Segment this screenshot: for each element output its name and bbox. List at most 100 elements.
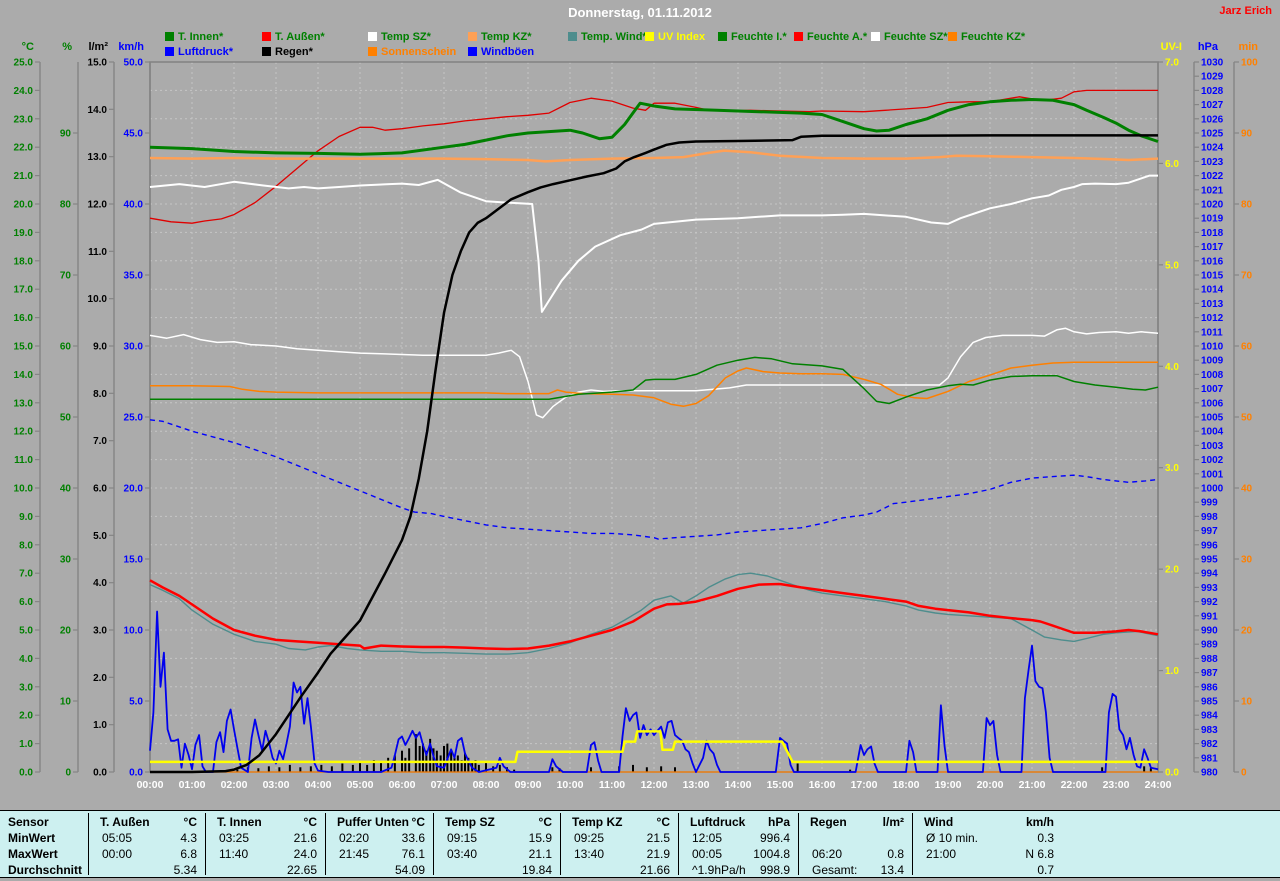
axis-tick-label: 10.0 — [88, 294, 108, 305]
axis-tick-label: 6.0 — [1165, 159, 1179, 170]
x-axis-label: 17:00 — [851, 779, 878, 791]
axis-tick-label: 996 — [1201, 540, 1218, 551]
axis-tick-label: 80 — [60, 200, 72, 211]
axis-tick-label: 60 — [60, 342, 72, 353]
axis-tick-label: 5.0 — [93, 531, 107, 542]
axis-tick-label: 60 — [1241, 342, 1253, 353]
axis-tick-label: 990 — [1201, 626, 1218, 637]
axis-tick-label: 1.0 — [19, 739, 33, 750]
x-axis-label: 09:00 — [515, 779, 542, 791]
axis-tick-label: 1020 — [1201, 200, 1224, 211]
rain-rate-bar — [590, 767, 592, 772]
axis-tick-label: 7.0 — [19, 569, 33, 580]
table-min-value: 996.4 — [759, 831, 790, 845]
x-axis-label: 22:00 — [1061, 779, 1088, 791]
rain-rate-bar — [309, 766, 312, 772]
axis-tick-label: 1027 — [1201, 100, 1224, 111]
rain-rate-bar — [498, 764, 501, 772]
axis-tick-label: 25.0 — [14, 58, 34, 69]
axis-tick-label: 984 — [1201, 711, 1218, 722]
x-axis-label: 08:00 — [473, 779, 500, 791]
x-axis-label: 15:00 — [767, 779, 794, 791]
axis-tick-label: 30.0 — [124, 342, 144, 353]
axis-tick-label: 20 — [1241, 626, 1253, 637]
axis-tick-label: 995 — [1201, 555, 1218, 566]
axis-tick-label: 7.0 — [1165, 58, 1179, 69]
table-min-time: 12:05 — [692, 831, 723, 845]
x-axis-label: 13:00 — [683, 779, 710, 791]
table-col-unit: °C — [411, 815, 425, 829]
rain-rate-bar — [359, 762, 361, 772]
table-col-name: Temp KZ — [572, 815, 623, 829]
x-axis-label: 16:00 — [809, 779, 836, 791]
table-separator — [912, 813, 913, 875]
axis-header: l/m² — [88, 41, 108, 53]
table-max-value: 24.0 — [293, 847, 317, 861]
axis-tick-label: 6.0 — [93, 484, 107, 495]
table-min-value: 21.5 — [646, 831, 670, 845]
table-max-value: 1004.8 — [753, 847, 790, 861]
axis-tick-label: 992 — [1201, 597, 1218, 608]
axis-tick-label: 21.0 — [14, 171, 34, 182]
axis-tick-label: 1021 — [1201, 185, 1224, 196]
axis-tick-label: 989 — [1201, 640, 1218, 651]
axis-tick-label: 0.0 — [1165, 768, 1179, 779]
axis-header: min — [1238, 41, 1258, 53]
axis-tick-label: 1030 — [1201, 58, 1224, 69]
table-separator — [88, 813, 89, 875]
axis-tick-label: 1.0 — [1165, 666, 1179, 677]
table-min-value: 15.9 — [528, 831, 552, 845]
table-max-value: 6.8 — [180, 847, 197, 861]
rain-rate-bar — [299, 767, 302, 772]
axis-tick-label: 993 — [1201, 583, 1218, 594]
axis-tick-label: 1001 — [1201, 469, 1224, 480]
axis-tick-label: 15.0 — [88, 58, 108, 69]
table-col-name: Puffer Unten — [337, 815, 409, 829]
axis-tick-label: 3.0 — [93, 626, 107, 637]
rain-rate-bar — [1143, 766, 1146, 772]
rain-rate-bar — [414, 734, 417, 772]
axis-tick-label: 5.0 — [19, 626, 33, 637]
axis-tick-label: 9.0 — [93, 342, 107, 353]
axis-tick-label: 50.0 — [124, 58, 144, 69]
rain-rate-bar — [408, 748, 411, 772]
table-col-unit: °C — [183, 815, 197, 829]
axis-tick-label: 981 — [1201, 753, 1218, 764]
table-min-time: 02:20 — [339, 831, 370, 845]
axis-tick-label: 986 — [1201, 682, 1218, 693]
axis-tick-label: 8.0 — [93, 389, 107, 400]
axis-tick-label: 997 — [1201, 526, 1218, 537]
axis-tick-label: 2.0 — [19, 711, 33, 722]
axis-tick-label: 15.0 — [124, 555, 144, 566]
table-max-time: 21:45 — [339, 847, 370, 861]
axis-tick-label: 987 — [1201, 668, 1218, 679]
table-avg-value: 5.34 — [173, 863, 197, 877]
axis-tick-label: 1018 — [1201, 228, 1224, 239]
axis-tick-label: 80 — [1241, 200, 1253, 211]
rain-rate-bar — [341, 763, 344, 772]
axis-tick-label: 7.0 — [93, 436, 107, 447]
axis-tick-label: 40.0 — [124, 200, 144, 211]
axis-tick-label: 1007 — [1201, 384, 1224, 395]
axis-tick-label: 1023 — [1201, 157, 1224, 168]
table-max-value: 21.9 — [646, 847, 670, 861]
axis-tick-label: 12.0 — [14, 427, 34, 438]
table-col-name: T. Innen — [217, 815, 262, 829]
table-max-time: 11:40 — [219, 847, 249, 861]
axis-tick-label: 16.0 — [14, 313, 34, 324]
x-axis-label: 07:00 — [431, 779, 458, 791]
rain-rate-bar — [551, 767, 554, 772]
axis-tick-label: 1011 — [1201, 327, 1223, 338]
rain-rate-bar — [288, 764, 291, 772]
axis-tick-label: 8.0 — [19, 540, 33, 551]
axis-tick-label: 20.0 — [124, 484, 144, 495]
axis-tick-label: 9.0 — [19, 512, 33, 523]
x-axis-label: 24:00 — [1145, 779, 1172, 791]
x-axis-label: 11:00 — [599, 779, 625, 791]
axis-tick-label: 50 — [60, 413, 72, 424]
table-min-value: 21.6 — [293, 831, 317, 845]
axis-tick-label: 11.0 — [88, 247, 107, 258]
axis-tick-label: 40 — [60, 484, 72, 495]
table-min-time: 05:05 — [102, 831, 133, 845]
rain-rate-bar — [660, 766, 663, 772]
